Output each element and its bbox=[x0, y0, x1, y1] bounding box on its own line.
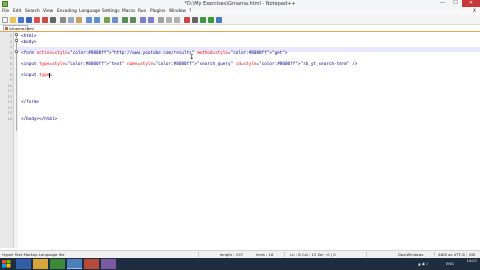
minimize-button[interactable]: — bbox=[436, 0, 449, 7]
tray-language[interactable]: ENG bbox=[446, 258, 454, 270]
code-line[interactable]: <input type= bbox=[21, 73, 52, 78]
status-lines: lines : 16 bbox=[256, 252, 274, 257]
sync-vertical-icon[interactable] bbox=[140, 17, 146, 23]
word-wrap-icon[interactable] bbox=[158, 17, 164, 23]
taskbar: ▲ ◉ ♪ ENG 14:07 bbox=[0, 258, 480, 270]
code-line[interactable]: <form action=style="color:#8000ff">"http… bbox=[21, 51, 288, 56]
windows-start-icon[interactable] bbox=[2, 260, 11, 268]
redo-icon[interactable] bbox=[94, 17, 100, 23]
explorer-taskbar-icon[interactable] bbox=[33, 259, 48, 269]
menu-view[interactable]: View bbox=[43, 8, 53, 15]
find-icon[interactable] bbox=[104, 17, 110, 23]
cut-icon[interactable] bbox=[60, 17, 66, 23]
sync-horizontal-icon[interactable] bbox=[148, 17, 154, 23]
status-position: Ln : 8 Col : 12 Sel : 0 | 0 bbox=[290, 252, 336, 257]
menu-settings[interactable]: Settings bbox=[102, 8, 120, 15]
code-line[interactable]: </form> bbox=[21, 100, 39, 105]
status-bar: Hyper Text Markup Language file length :… bbox=[0, 250, 480, 258]
toolbar bbox=[0, 15, 480, 25]
menu-close-doc[interactable]: X bbox=[473, 8, 476, 15]
status-separator bbox=[366, 252, 367, 257]
app-taskbar-icon[interactable] bbox=[50, 259, 65, 269]
status-mode: INS bbox=[469, 252, 476, 257]
notepad-plus-plus-taskbar-icon[interactable] bbox=[67, 259, 82, 269]
code-line[interactable]: <body> bbox=[21, 40, 37, 45]
status-eol: Dos\Windows bbox=[398, 252, 424, 257]
menu-search[interactable]: Search bbox=[25, 8, 40, 15]
fold-toggle-icon[interactable]: − bbox=[14, 38, 18, 42]
menu-help[interactable]: ? bbox=[189, 8, 191, 15]
copy-icon[interactable] bbox=[68, 17, 74, 23]
app-taskbar-icon[interactable] bbox=[84, 259, 99, 269]
close-all-icon[interactable] bbox=[42, 17, 48, 23]
indent-guide-icon[interactable] bbox=[174, 17, 180, 23]
run-macro-multiple-icon[interactable] bbox=[208, 17, 214, 23]
status-encoding: ANSI as UTF-8 bbox=[438, 252, 465, 257]
menu-run[interactable]: Run bbox=[138, 8, 146, 15]
stop-macro-icon[interactable] bbox=[192, 17, 198, 23]
save-icon[interactable] bbox=[18, 17, 24, 23]
menu-encoding[interactable]: Encoding bbox=[57, 8, 77, 15]
fold-toggle-icon[interactable]: − bbox=[14, 33, 18, 37]
tray-icons[interactable]: ▲ ◉ ♪ bbox=[418, 258, 428, 270]
menu-file[interactable]: File bbox=[2, 8, 9, 15]
menu-macro[interactable]: Macro bbox=[122, 8, 135, 15]
title-bar: *D:\My Exercises\Gmama.html - Notepad++ … bbox=[0, 0, 480, 8]
taskbar-clock[interactable]: 14:07 bbox=[467, 259, 477, 264]
clock-time: 14:07 bbox=[466, 259, 477, 263]
open-folder-icon[interactable] bbox=[10, 17, 16, 23]
undo-icon[interactable] bbox=[86, 17, 92, 23]
status-separator bbox=[198, 252, 199, 257]
zoom-out-icon[interactable] bbox=[130, 17, 136, 23]
maximize-button[interactable]: ☐ bbox=[449, 0, 462, 7]
status-length: length : 197 bbox=[220, 252, 244, 257]
new-file-icon[interactable] bbox=[2, 17, 8, 23]
print-icon[interactable] bbox=[50, 17, 56, 23]
menu-plugins[interactable]: Plugins bbox=[150, 8, 165, 15]
ie-taskbar-icon[interactable] bbox=[16, 259, 31, 269]
replace-icon[interactable] bbox=[112, 17, 118, 23]
menu-edit[interactable]: Edit bbox=[13, 8, 21, 15]
window-title: *D:\My Exercises\Gmama.html - Notepad++ bbox=[184, 1, 296, 7]
menu-language[interactable]: Language bbox=[79, 8, 100, 15]
line-number: 16 bbox=[7, 116, 12, 121]
close-button[interactable]: ✕ bbox=[462, 0, 480, 7]
app-taskbar-icon[interactable] bbox=[101, 259, 116, 269]
status-separator bbox=[434, 252, 435, 257]
text-caret bbox=[49, 73, 50, 78]
status-separator bbox=[466, 252, 467, 257]
record-macro-icon[interactable] bbox=[184, 17, 190, 23]
menu-bar: File Edit Search View Encoding Language … bbox=[0, 8, 480, 15]
paste-icon[interactable] bbox=[76, 17, 82, 23]
unsaved-file-icon bbox=[5, 27, 8, 30]
menu-window[interactable]: Window bbox=[169, 8, 186, 15]
show-all-characters-icon[interactable] bbox=[166, 17, 172, 23]
mouse-ibeam-cursor: I bbox=[190, 54, 194, 61]
save-all-icon[interactable] bbox=[26, 17, 32, 23]
play-macro-icon[interactable] bbox=[200, 17, 206, 23]
close-file-icon[interactable] bbox=[34, 17, 40, 23]
save-macro-icon[interactable] bbox=[216, 17, 222, 23]
code-line[interactable]: <input type=style="color:#8000ff">"text"… bbox=[21, 62, 357, 67]
status-language: Hyper Text Markup Language file bbox=[2, 252, 65, 257]
status-separator bbox=[284, 252, 285, 257]
zoom-in-icon[interactable] bbox=[122, 17, 128, 23]
code-line[interactable]: </body></html> bbox=[21, 117, 57, 122]
